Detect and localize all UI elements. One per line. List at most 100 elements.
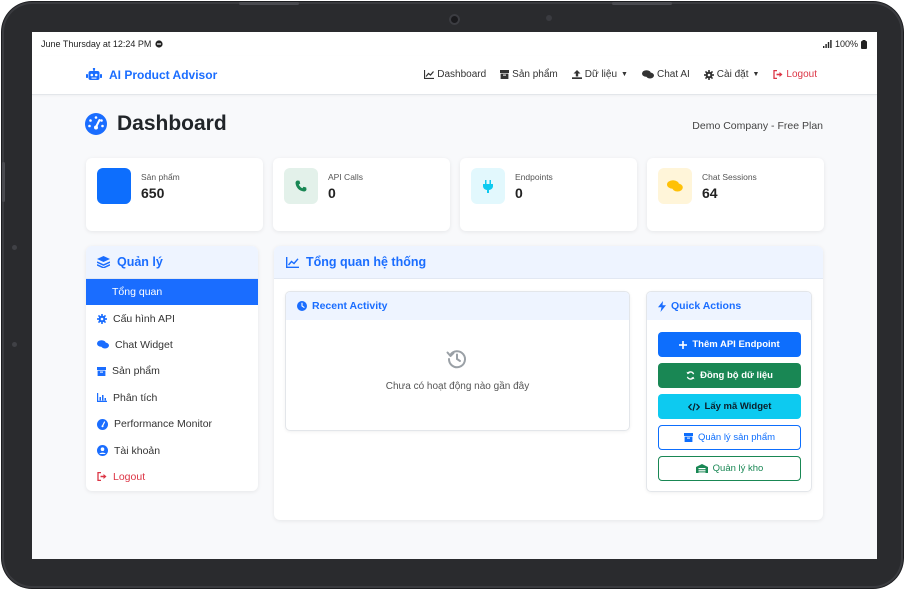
sidebar-item-performance[interactable]: Performance Monitor (86, 411, 258, 437)
tablet-frame: June Thursday at 12:24 PM 100% AI Produc… (2, 2, 903, 588)
focus-icon (155, 40, 164, 48)
clock-icon (297, 301, 307, 311)
brand-link[interactable]: AI Product Advisor (86, 68, 217, 82)
box-icon (97, 168, 131, 204)
company-plan: Demo Company - Free Plan (692, 120, 823, 132)
screen: June Thursday at 12:24 PM 100% AI Produc… (32, 32, 877, 559)
battery-icon (861, 39, 867, 49)
nav-dashboard[interactable]: Dashboard (424, 69, 486, 80)
battery-level: 100% (834, 39, 858, 49)
quick-actions-header: Quick Actions (647, 292, 811, 320)
nav-data-dropdown[interactable]: Dữ liệu ▼ (571, 69, 628, 80)
stat-card-endpoints: Endpoints 0 (460, 158, 637, 231)
button-label: Quản lý kho (712, 463, 764, 474)
sidebar-item-label: Performance Monitor (114, 418, 213, 431)
warehouse-icon (695, 464, 708, 473)
nav-data-label: Dữ liệu (584, 69, 618, 80)
caret-down-icon: ▼ (621, 71, 628, 78)
manage-warehouse-button[interactable]: Quản lý kho (658, 456, 801, 481)
quick-actions-card: Quick Actions Thêm API Endpoint Đồng bộ … (646, 291, 812, 492)
sidebar-item-account[interactable]: Tài khoản (86, 437, 258, 463)
recent-activity-card: Recent Activity Chưa có hoạt động nào gầ… (285, 291, 630, 431)
recent-activity-header: Recent Activity (286, 292, 629, 320)
sync-icon (686, 371, 695, 380)
box-icon (500, 70, 510, 79)
stat-label: Sản phẩm (141, 172, 180, 182)
comments-icon (97, 340, 109, 349)
side-button (2, 162, 5, 202)
stat-value: 0 (328, 185, 336, 201)
stat-card-chat-sessions: Chat Sessions 64 (647, 158, 824, 231)
stat-label: API Calls (328, 172, 363, 182)
nav-logout[interactable]: Logout (773, 69, 817, 80)
stat-value: 64 (702, 185, 718, 201)
side-dot (12, 245, 17, 250)
sidebar-item-logout[interactable]: Logout (86, 464, 258, 490)
nav-products-label: Sản phẩm (512, 69, 558, 80)
box-icon (97, 366, 106, 376)
nav-logout-label: Logout (786, 69, 817, 80)
overview-panel: Tổng quan hệ thống Recent Activity Chưa … (274, 246, 823, 520)
stat-value: 650 (141, 185, 165, 201)
status-time: June Thursday at 12:24 PM (41, 39, 152, 49)
stat-value: 0 (515, 185, 523, 201)
nav-chat[interactable]: Chat AI (641, 69, 690, 80)
side-dot (12, 342, 17, 347)
signal-icon (822, 40, 832, 48)
quick-actions-title: Quick Actions (671, 300, 742, 312)
power-button (612, 2, 672, 5)
code-icon (687, 402, 700, 411)
bolt-icon (658, 300, 666, 312)
stat-label: Chat Sessions (702, 172, 757, 182)
chart-line-icon (424, 70, 435, 79)
page-header: Dashboard (85, 112, 227, 136)
sidebar-title: Quản lý (117, 255, 163, 269)
logout-icon (97, 472, 107, 482)
sidebar-item-overview[interactable]: Tổng quan (86, 279, 258, 306)
sidebar-item-analytics[interactable]: Phân tích (86, 385, 258, 411)
plug-icon (471, 168, 505, 204)
sidebar-item-products[interactable]: Sản phẩm (86, 358, 258, 384)
sidebar-header: Quản lý (86, 246, 258, 279)
navbar: AI Product Advisor Dashboard Sản phẩm Dữ… (32, 56, 877, 95)
nav-settings-dropdown[interactable]: Cài đặt ▼ (703, 69, 760, 80)
chart-icon (97, 393, 107, 403)
button-label: Đồng bộ dữ liệu (700, 370, 773, 381)
sidebar-item-label: Logout (113, 470, 146, 483)
sidebar-item-label: Chat Widget (115, 338, 173, 351)
caret-down-icon: ▼ (752, 71, 760, 78)
plus-icon (679, 340, 688, 349)
recent-activity-title: Recent Activity (312, 300, 388, 312)
button-label: Thêm API Endpoint (692, 339, 780, 350)
nav-settings-label: Cài đặt (716, 69, 749, 80)
get-widget-code-button[interactable]: Lấy mã Widget (658, 394, 801, 419)
comments-icon (641, 70, 654, 79)
sidebar-item-label: Tài khoản (114, 444, 161, 457)
brand-name: AI Product Advisor (109, 68, 218, 82)
sidebar-item-api-config[interactable]: Cấu hình API (86, 305, 258, 331)
stat-card-api-calls: API Calls 0 (273, 158, 450, 231)
sidebar-item-label: Tổng quan (112, 286, 163, 299)
phone-icon (284, 168, 318, 204)
volume-button (239, 2, 299, 5)
overview-title: Tổng quan hệ thống (306, 255, 427, 269)
main-nav: Dashboard Sản phẩm Dữ liệu ▼ Chat AI Cài… (424, 69, 817, 80)
gauge-icon (97, 418, 108, 430)
gear-icon (97, 313, 107, 324)
gauge-icon (85, 113, 107, 135)
overview-header: Tổng quan hệ thống (274, 246, 823, 279)
sidebar-item-label: Phân tích (113, 391, 158, 404)
stat-card-products: Sản phẩm 650 (86, 158, 263, 231)
layers-icon (97, 256, 110, 268)
sidebar: Quản lý Tổng quan Cấu hình API Chat Widg… (86, 246, 258, 491)
camera-icon (449, 14, 460, 25)
status-bar: June Thursday at 12:24 PM 100% (32, 32, 877, 56)
stat-label: Endpoints (515, 172, 553, 182)
nav-products[interactable]: Sản phẩm (500, 69, 558, 80)
add-api-endpoint-button[interactable]: Thêm API Endpoint (658, 332, 801, 357)
comments-icon (658, 168, 692, 204)
sidebar-item-chat-widget[interactable]: Chat Widget (86, 332, 258, 358)
sync-data-button[interactable]: Đồng bộ dữ liệu (658, 363, 801, 388)
manage-products-button[interactable]: Quản lý sản phẩm (658, 425, 801, 450)
button-label: Quản lý sản phẩm (697, 432, 776, 443)
